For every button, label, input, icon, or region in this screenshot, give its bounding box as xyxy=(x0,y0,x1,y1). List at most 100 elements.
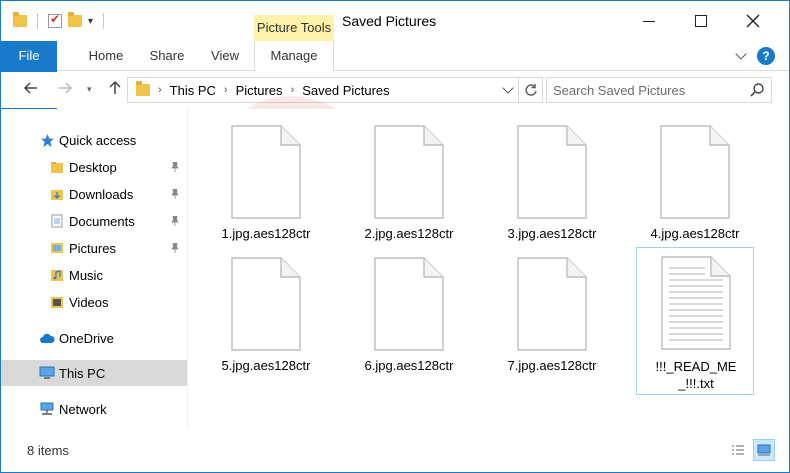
nav-item-quick-access[interactable]: Quick access xyxy=(1,127,187,153)
nav-label: Downloads xyxy=(69,186,134,202)
breadcrumb-pictures[interactable]: Pictures xyxy=(236,83,283,98)
nav-label: Videos xyxy=(69,294,109,310)
pin-icon[interactable] xyxy=(171,162,179,172)
search-box[interactable] xyxy=(546,77,772,103)
properties-icon[interactable] xyxy=(48,12,62,28)
back-arrow-icon xyxy=(23,82,37,94)
file-item[interactable]: 1.jpg.aes128ctr xyxy=(207,117,325,261)
desktop-folder-icon xyxy=(49,159,65,175)
item-count: 8 items xyxy=(27,443,69,458)
back-button[interactable] xyxy=(21,80,41,100)
nav-item-videos[interactable]: Videos xyxy=(1,289,187,315)
title-bar: ▾ Picture Tools Saved Pictures xyxy=(1,1,789,41)
address-history-dropdown-icon[interactable] xyxy=(502,82,514,94)
maximize-button[interactable] xyxy=(677,7,725,35)
refresh-icon xyxy=(524,84,537,96)
navigation-pane: Quick access Desktop Downloads Documents… xyxy=(1,109,187,429)
file-name: !!!_READ_ME_!!!.txt xyxy=(655,359,737,391)
recent-locations-icon[interactable]: ▾ xyxy=(87,84,92,95)
pin-icon[interactable] xyxy=(171,189,179,199)
status-bar: 8 items xyxy=(1,431,789,472)
chevron-right-icon[interactable]: › xyxy=(224,84,228,96)
nav-item-documents[interactable]: Documents xyxy=(1,208,187,234)
nav-label: OneDrive xyxy=(59,330,114,346)
file-name: 5.jpg.aes128ctr xyxy=(221,358,311,373)
large-icons-view-icon xyxy=(757,444,771,456)
breadcrumb: › This PC › Pictures › Saved Pictures xyxy=(136,78,390,102)
pane-divider[interactable] xyxy=(187,109,188,429)
pin-icon[interactable] xyxy=(171,216,179,226)
toolbar-divider xyxy=(37,13,38,29)
file-item[interactable]: 4.jpg.aes128ctr xyxy=(636,117,754,261)
help-icon[interactable]: ? xyxy=(757,47,775,65)
nav-label: Quick access xyxy=(59,132,137,148)
minimize-button[interactable] xyxy=(625,7,673,35)
ribbon-tabs: File Home Share View Manage ? xyxy=(1,41,789,185)
expand-ribbon-icon[interactable] xyxy=(735,48,747,60)
nav-label: Desktop xyxy=(69,159,117,175)
address-bar[interactable]: › This PC › Pictures › Saved Pictures xyxy=(127,77,519,103)
refresh-button[interactable] xyxy=(519,77,543,103)
explorer-window: ▾ Picture Tools Saved Pictures File Home… xyxy=(0,0,790,473)
breadcrumb-saved-pictures[interactable]: Saved Pictures xyxy=(302,83,389,98)
context-tab-group-label: Picture Tools xyxy=(254,15,334,41)
nav-item-network[interactable]: Network xyxy=(1,396,187,422)
file-item[interactable]: 5.jpg.aes128ctr xyxy=(207,249,325,393)
file-item[interactable]: 6.jpg.aes128ctr xyxy=(350,249,468,393)
forward-arrow-icon xyxy=(59,82,73,94)
file-item[interactable]: 7.jpg.aes128ctr xyxy=(493,249,611,393)
search-input[interactable] xyxy=(553,81,743,99)
forward-button[interactable] xyxy=(55,80,75,100)
nav-item-downloads[interactable]: Downloads xyxy=(1,181,187,207)
file-item[interactable]: 2.jpg.aes128ctr xyxy=(350,117,468,261)
folder-icon xyxy=(136,81,150,96)
maximize-icon xyxy=(695,15,707,27)
file-name: 1.jpg.aes128ctr xyxy=(221,226,311,241)
blank-file-icon xyxy=(517,125,587,219)
blank-file-icon xyxy=(660,125,730,219)
nav-item-pictures[interactable]: Pictures xyxy=(1,235,187,261)
file-name: 7.jpg.aes128ctr xyxy=(507,358,597,373)
computer-icon xyxy=(39,365,55,381)
breadcrumb-this-pc[interactable]: This PC xyxy=(170,83,216,98)
toolbar-divider xyxy=(103,13,105,29)
tab-view[interactable]: View xyxy=(201,41,249,71)
pin-icon[interactable] xyxy=(171,243,179,253)
chevron-right-icon[interactable]: › xyxy=(291,84,295,96)
tab-share[interactable]: Share xyxy=(141,41,193,71)
search-icon[interactable] xyxy=(749,82,765,98)
close-icon xyxy=(746,14,760,28)
star-icon xyxy=(39,132,55,148)
file-name: 2.jpg.aes128ctr xyxy=(364,226,454,241)
nav-item-onedrive[interactable]: OneDrive xyxy=(1,325,187,351)
nav-label: Pictures xyxy=(69,240,116,256)
downloads-folder-icon xyxy=(49,186,65,202)
blank-file-icon xyxy=(374,125,444,219)
file-item[interactable]: 3.jpg.aes128ctr xyxy=(493,117,611,261)
nav-item-music[interactable]: Music xyxy=(1,262,187,288)
new-folder-icon[interactable] xyxy=(68,12,82,27)
nav-label: Network xyxy=(59,401,107,417)
blank-file-icon xyxy=(231,257,301,351)
nav-item-desktop[interactable]: Desktop xyxy=(1,154,187,180)
network-icon xyxy=(39,401,55,417)
file-name: 3.jpg.aes128ctr xyxy=(507,226,597,241)
large-icons-view-button[interactable] xyxy=(753,439,775,461)
folder-icon xyxy=(13,12,27,27)
chevron-right-icon[interactable]: › xyxy=(158,84,162,96)
text-file-icon xyxy=(661,256,731,350)
details-view-icon xyxy=(732,445,744,455)
music-icon xyxy=(49,267,65,283)
blank-file-icon xyxy=(374,257,444,351)
file-item-selected[interactable]: !!!_READ_ME_!!!.txt xyxy=(636,247,754,395)
nav-item-this-pc[interactable]: This PC xyxy=(1,360,187,386)
nav-label: Music xyxy=(69,267,103,283)
close-button[interactable] xyxy=(729,7,777,35)
tab-manage[interactable]: Manage xyxy=(254,41,334,71)
up-button[interactable] xyxy=(105,80,125,100)
tab-home[interactable]: Home xyxy=(81,41,131,71)
customize-toolbar-dropdown-icon[interactable]: ▾ xyxy=(88,16,93,27)
details-view-button[interactable] xyxy=(727,439,749,461)
nav-label: This PC xyxy=(59,365,106,381)
up-arrow-icon xyxy=(109,80,121,94)
